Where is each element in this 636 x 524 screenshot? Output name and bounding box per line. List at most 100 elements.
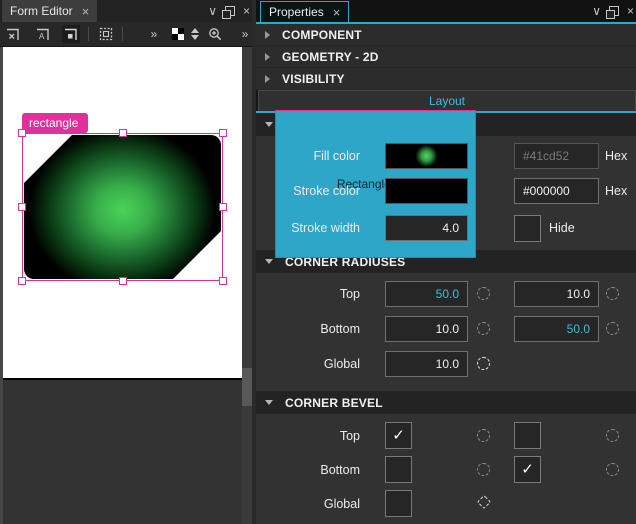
properties-tabbar: Properties × ∨ × [256, 0, 636, 24]
chevron-down-icon [265, 259, 273, 264]
chevron-down-icon[interactable]: ∨ [208, 4, 217, 18]
bevel-top-left-checkbox[interactable]: ✓ [385, 422, 412, 449]
binding-indicator-icon[interactable] [606, 463, 619, 476]
close-icon[interactable]: × [82, 5, 90, 18]
radius-global-label: Global [256, 351, 360, 377]
close-icon[interactable]: × [333, 6, 341, 19]
tab-form-editor-label: Form Editor [10, 4, 73, 18]
binding-indicator-icon[interactable] [477, 495, 491, 509]
selected-item-label: rectangle [22, 113, 88, 133]
tab-layout-label: Layout [429, 94, 465, 108]
bevel-top-right-checkbox[interactable] [514, 422, 541, 449]
radius-bottom-left-input[interactable]: 10.0 [385, 316, 468, 342]
bevel-global-checkbox[interactable] [385, 490, 412, 517]
zoom-stepper-icon[interactable] [186, 25, 204, 43]
no-snapping-icon[interactable] [4, 25, 22, 43]
resize-handle-bottom-right[interactable] [219, 277, 227, 285]
radius-bottom-right-input[interactable]: 50.0 [514, 316, 599, 342]
hide-label: Hide [549, 215, 575, 242]
section-component-label: COMPONENT [282, 28, 362, 42]
bounding-rects-glyph [99, 27, 113, 41]
snapping-glyph [64, 27, 78, 41]
overflow-icon[interactable]: » [236, 25, 254, 43]
form-editor-tabbar: Form Editor × ∨ × [0, 0, 252, 22]
toolbar-separator [88, 27, 89, 41]
snapping-icon[interactable] [62, 25, 80, 43]
bevel-global-label: Global [256, 490, 360, 518]
background-checker-icon[interactable] [169, 25, 187, 43]
zoom-in-glyph [208, 27, 223, 42]
zoom-in-icon[interactable] [206, 25, 224, 43]
stroke-color-hex-input[interactable]: #000000 [514, 178, 599, 204]
hide-checkbox[interactable] [514, 215, 541, 242]
resize-handle-mid-right[interactable] [219, 203, 227, 211]
float-window-icon[interactable] [609, 6, 619, 16]
section-visibility-label: VISIBILITY [282, 72, 345, 86]
resize-handle-bottom-left[interactable] [18, 277, 26, 285]
form-editor-toolbar: A » [0, 22, 252, 47]
resize-handle-top-right[interactable] [219, 129, 227, 137]
radius-top-label: Top [256, 281, 360, 307]
bevel-bottom-right-checkbox[interactable]: ✓ [514, 456, 541, 483]
fill-color-swatch[interactable] [385, 143, 468, 169]
scrollbar-thumb[interactable] [242, 368, 252, 406]
binding-indicator-icon[interactable] [477, 322, 490, 335]
radius-top-row: Top 50.0 10.0 [256, 281, 636, 307]
resize-handle-mid-left[interactable] [18, 203, 26, 211]
stroke-hex-label: Hex [605, 178, 627, 204]
bevel-bottom-left-checkbox[interactable] [385, 456, 412, 483]
bevel-top-label: Top [256, 422, 360, 450]
radius-global-row: Global 10.0 [256, 351, 636, 377]
properties-window-controls: ∨ × [592, 0, 634, 22]
tab-form-editor[interactable]: Form Editor × [2, 0, 97, 22]
stroke-width-input[interactable]: 4.0 [385, 215, 468, 241]
fill-hex-label: Hex [605, 143, 627, 169]
float-window-icon[interactable] [225, 6, 235, 16]
snap-anchors-icon[interactable]: A [34, 25, 52, 43]
tab-layout[interactable]: Layout [258, 90, 636, 111]
selection-outline[interactable] [22, 133, 223, 281]
stroke-width-row: Stroke width 4.0 Hide [256, 215, 636, 241]
canvas-vertical-scrollbar[interactable] [242, 47, 252, 524]
bounding-rects-icon[interactable] [97, 25, 115, 43]
binding-indicator-icon[interactable] [477, 463, 490, 476]
radius-top-left-input[interactable]: 50.0 [385, 281, 468, 307]
section-corner-bevel-header[interactable]: CORNER BEVEL [256, 391, 636, 414]
close-icon[interactable]: × [627, 4, 634, 18]
section-visibility[interactable]: VISIBILITY [256, 68, 636, 90]
properties-panel: Properties × ∨ × COMPONENT GEOMETRY - 2D… [256, 0, 636, 524]
stroke-color-row: Stroke color #000000 Hex [256, 178, 636, 204]
resize-handle-bottom-mid[interactable] [119, 277, 127, 285]
radius-top-right-input[interactable]: 10.0 [514, 281, 599, 307]
form-editor-window-controls: ∨ × [208, 0, 250, 22]
binding-indicator-icon[interactable] [477, 287, 490, 300]
stroke-color-swatch[interactable] [385, 178, 468, 204]
type-tabbar: RectangleItem Layout [256, 90, 636, 113]
tab-properties-label: Properties [269, 5, 324, 19]
fill-color-label: Fill color [256, 143, 360, 169]
binding-indicator-icon[interactable] [606, 287, 619, 300]
close-icon[interactable]: × [243, 4, 250, 18]
fill-color-hex-input[interactable]: #41cd52 [514, 143, 599, 169]
radius-bottom-row: Bottom 10.0 50.0 [256, 316, 636, 342]
form-canvas[interactable]: rectangle [3, 47, 242, 380]
radius-global-input[interactable]: 10.0 [385, 351, 468, 377]
resize-handle-top-left[interactable] [18, 129, 26, 137]
overflow-icon[interactable]: » [145, 25, 163, 43]
bevel-bottom-row: Bottom ✓ [256, 456, 636, 484]
chevron-right-icon [265, 75, 270, 83]
chevron-down-icon[interactable]: ∨ [592, 4, 601, 18]
resize-handle-top-mid[interactable] [119, 129, 127, 137]
tab-properties[interactable]: Properties × [260, 1, 349, 22]
section-component[interactable]: COMPONENT [256, 24, 636, 46]
no-snapping-glyph [6, 27, 20, 41]
binding-indicator-icon[interactable] [606, 322, 619, 335]
stroke-color-label: Stroke color [256, 178, 360, 204]
binding-indicator-icon[interactable] [606, 429, 619, 442]
properties-content: COMPONENT GEOMETRY - 2D VISIBILITY Recta… [256, 24, 636, 524]
bevel-global-row: Global [256, 490, 636, 518]
binding-indicator-icon[interactable] [477, 357, 490, 370]
section-corner-bevel-title: CORNER BEVEL [285, 396, 383, 410]
section-geometry-2d[interactable]: GEOMETRY - 2D [256, 46, 636, 68]
binding-indicator-icon[interactable] [477, 429, 490, 442]
